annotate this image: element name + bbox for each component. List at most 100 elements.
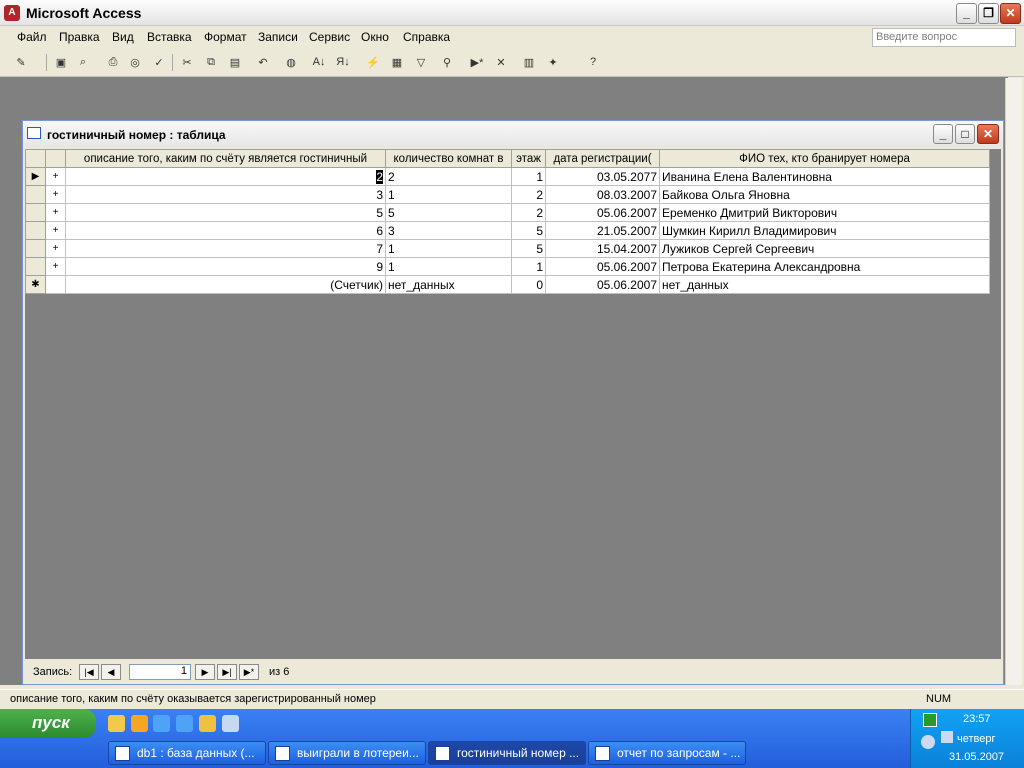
cell[interactable]: (Счетчик) [65,275,386,294]
expand-icon[interactable]: + [45,167,66,186]
cell[interactable]: 05.06.2007 [545,203,660,222]
cell[interactable]: 5 [65,203,386,222]
quick-launch-icon[interactable] [131,715,148,732]
expand-icon[interactable]: + [45,239,66,258]
save-icon[interactable]: ▣ [52,53,70,71]
access-icon[interactable]: A [4,5,20,21]
cell[interactable]: Еременко Дмитрий Викторович [659,203,990,222]
minimize-button[interactable]: _ [956,3,977,24]
next-record-button[interactable]: ▶ [195,664,215,680]
menu-window[interactable]: Окно [361,30,389,44]
spelling-icon[interactable]: ✓ [150,53,168,71]
menu-insert[interactable]: Вставка [147,30,192,44]
cut-icon[interactable]: ✂ [178,53,196,71]
cell[interactable]: 1 [385,239,512,258]
new-record-selector[interactable]: ✱ [25,275,46,294]
menu-format[interactable]: Формат [204,30,247,44]
menu-help[interactable]: Справка [403,30,450,44]
task-db1[interactable]: db1 : база данных (... [108,741,266,765]
show-desktop-icon[interactable] [222,715,239,732]
network-icon[interactable] [941,731,953,743]
cell[interactable]: 08.03.2007 [545,185,660,204]
menu-file[interactable]: Файл [17,30,47,44]
cell[interactable]: 7 [65,239,386,258]
record-selector[interactable]: ▶ [25,167,46,186]
cell[interactable]: нет_данных [385,275,512,294]
child-close-button[interactable]: ✕ [977,124,999,144]
cell[interactable]: 2 [511,185,546,204]
column-header[interactable]: дата регистрации( [545,149,660,168]
cell[interactable]: нет_данных [659,275,990,294]
expand-icon[interactable]: + [45,185,66,204]
vertical-scrollbar[interactable] [1005,78,1022,685]
filter-form-icon[interactable]: ▦ [388,53,406,71]
cell[interactable]: 3 [385,221,512,240]
copy-icon[interactable]: ⧉ [202,53,220,71]
record-selector[interactable] [25,239,46,258]
expand-icon[interactable]: + [45,221,66,240]
menu-edit[interactable]: Правка [59,30,100,44]
cell[interactable]: 05.06.2007 [545,275,660,294]
sort-desc-icon[interactable]: Я↓ [334,53,352,71]
cell[interactable]: 21.05.2007 [545,221,660,240]
apply-filter-icon[interactable]: ▽ [412,53,430,71]
prev-record-button[interactable]: ◀ [101,664,121,680]
last-record-button[interactable]: ▶| [217,664,237,680]
column-header[interactable]: описание того, каким по счёту является г… [65,149,386,168]
task-hotel-room[interactable]: гостиничный номер ... [428,741,586,765]
cell[interactable]: 1 [511,167,546,186]
cell[interactable]: 5 [385,203,512,222]
cell[interactable]: Иванина Елена Валентиновна [659,167,990,186]
cell[interactable]: 15.04.2007 [545,239,660,258]
cell[interactable]: 2 [65,167,386,186]
cell[interactable]: 5 [511,239,546,258]
cell[interactable]: Петрова Екатерина Александровна [659,257,990,276]
chevron-left-icon[interactable] [921,735,935,749]
cell[interactable]: 03.05.2077 [545,167,660,186]
filter-selection-icon[interactable]: ⚡ [364,53,382,71]
column-header[interactable]: количество комнат в [385,149,512,168]
sort-asc-icon[interactable]: A↓ [310,53,328,71]
task-report[interactable]: отчет по запросам - ... [588,741,746,765]
ie-icon[interactable] [153,715,170,732]
print-icon[interactable]: ⎙ [104,53,122,71]
cell[interactable]: 0 [511,275,546,294]
delete-record-icon[interactable]: ✕ [492,53,510,71]
cell[interactable]: 9 [65,257,386,276]
outlook-icon[interactable] [176,715,193,732]
column-header[interactable]: ФИО тех, кто бранирует номера [659,149,990,168]
cell[interactable]: Байкова Ольга Яновна [659,185,990,204]
design-view-icon[interactable]: ✎ [12,53,30,71]
select-all-cell[interactable] [25,149,46,168]
menu-tools[interactable]: Сервис [309,30,350,44]
quick-launch-icon[interactable] [108,715,125,732]
cell[interactable]: 1 [511,257,546,276]
record-selector[interactable] [25,221,46,240]
record-selector[interactable] [25,185,46,204]
help-icon[interactable]: ? [584,53,602,71]
child-restore-button[interactable]: □ [955,124,975,144]
search-file-icon[interactable]: ⌕ [74,53,92,71]
expand-icon[interactable]: + [45,257,66,276]
child-minimize-button[interactable]: _ [933,124,953,144]
undo-icon[interactable]: ↶ [254,53,272,71]
find-icon[interactable]: ⚲ [438,53,456,71]
first-record-button[interactable]: |◀ [79,664,99,680]
cell[interactable]: 2 [511,203,546,222]
cell[interactable]: 3 [65,185,386,204]
expand-icon[interactable]: + [45,203,66,222]
help-question-input[interactable]: Введите вопрос [872,28,1016,47]
new-record-button[interactable]: ▶* [239,664,259,680]
new-object-icon[interactable]: ✦ [544,53,562,71]
column-header[interactable]: этаж [511,149,546,168]
cell[interactable]: 05.06.2007 [545,257,660,276]
new-record-icon[interactable]: ▶* [468,53,486,71]
paste-icon[interactable]: ▤ [226,53,244,71]
cell[interactable]: 2 [385,167,512,186]
restore-button[interactable]: ❐ [978,3,999,24]
menu-records[interactable]: Записи [258,30,298,44]
cell[interactable]: 5 [511,221,546,240]
cell[interactable]: Лужиков Сергей Сергеевич [659,239,990,258]
hyperlink-icon[interactable]: ◍ [282,53,300,71]
task-lottery[interactable]: выиграли в лотереи... [268,741,426,765]
